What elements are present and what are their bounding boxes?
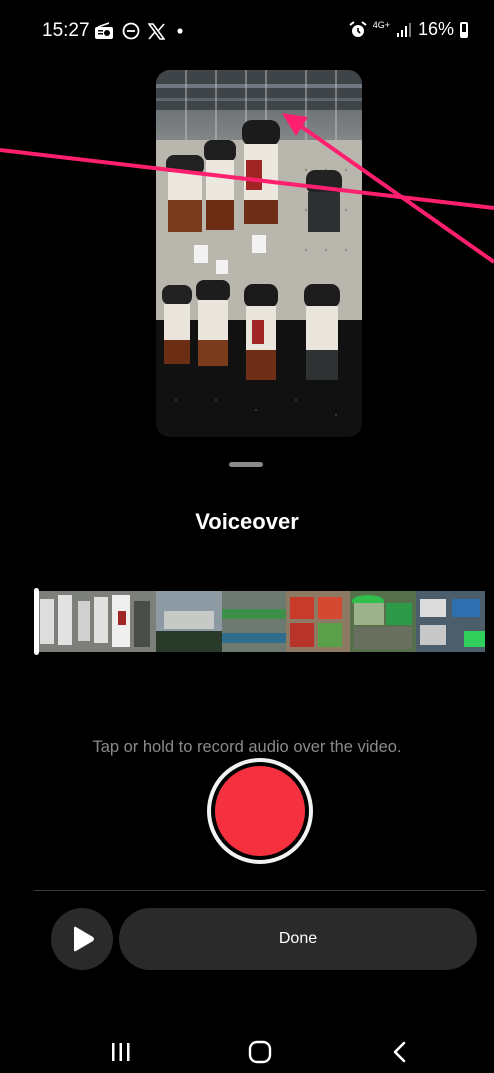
- battery-percent: 16%: [417, 19, 454, 39]
- play-icon: [74, 926, 94, 952]
- x-logo-icon: [148, 22, 165, 40]
- dnd-icon: [122, 22, 140, 40]
- recent-apps-button[interactable]: [101, 1034, 141, 1070]
- radio-icon: [95, 22, 113, 39]
- play-button[interactable]: [51, 908, 113, 970]
- timeline-playhead[interactable]: [34, 588, 39, 655]
- system-nav-bar: [0, 1030, 494, 1073]
- home-button[interactable]: [240, 1034, 280, 1070]
- record-hint: Tap or hold to record audio over the vid…: [92, 738, 402, 756]
- done-button[interactable]: Done: [119, 908, 477, 970]
- record-button[interactable]: [207, 758, 313, 864]
- recent-apps-icon: [112, 1043, 130, 1061]
- battery-icon: [460, 21, 468, 38]
- video-preview-image: [156, 70, 362, 437]
- status-time: 15:27: [42, 20, 90, 41]
- home-icon: [248, 1040, 272, 1064]
- video-preview[interactable]: [156, 70, 362, 437]
- alarm-icon: [349, 20, 367, 37]
- status-bar: 15:27 4G+ 16%: [0, 0, 494, 62]
- back-icon: [393, 1041, 406, 1063]
- network-type: 4G+: [372, 20, 390, 30]
- divider: [34, 890, 485, 891]
- status-notification-icons: [94, 21, 187, 41]
- back-button[interactable]: [380, 1034, 420, 1070]
- video-timeline[interactable]: [34, 591, 485, 652]
- timeline-frames: [34, 591, 485, 652]
- record-button-fill: [215, 766, 305, 856]
- notification-dot-icon: [177, 28, 183, 34]
- sheet-title: Voiceover: [195, 509, 299, 534]
- status-system-icons: 4G+ 16%: [349, 19, 468, 40]
- sheet-drag-handle[interactable]: [229, 462, 263, 467]
- signal-icon: [396, 22, 411, 37]
